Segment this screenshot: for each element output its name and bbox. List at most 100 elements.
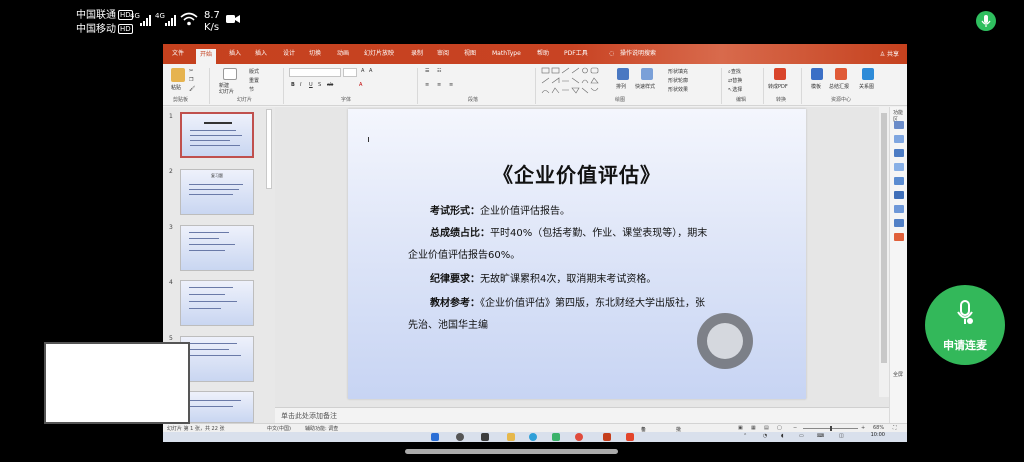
notification-icon[interactable]: ◫ bbox=[839, 433, 844, 439]
thumbnail-scrollbar[interactable] bbox=[266, 109, 272, 189]
scrollbar-thumb[interactable] bbox=[881, 113, 887, 363]
convert-pdf-button[interactable]: 转成PDF bbox=[768, 83, 788, 90]
font-name-combobox[interactable] bbox=[289, 68, 341, 77]
normal-view-icon[interactable]: ▣ bbox=[738, 425, 743, 431]
shapes-gallery[interactable] bbox=[541, 67, 611, 97]
panel-tool-icon[interactable] bbox=[894, 219, 904, 227]
microphone-active-indicator[interactable] bbox=[976, 11, 996, 31]
apply-mic-connect-button[interactable]: 申请连麦 bbox=[925, 285, 1005, 365]
language-indicator[interactable]: 中文(中国) bbox=[267, 425, 291, 432]
search-icon[interactable] bbox=[456, 433, 464, 441]
panel-tool-icon[interactable] bbox=[894, 149, 904, 157]
zoom-slider-handle[interactable] bbox=[830, 426, 832, 431]
slide-line-textbook[interactable]: 教材参考：《企业价值评估》第四版，东北财经大学出版社，张 bbox=[430, 297, 705, 311]
shape-fill-button[interactable]: 形状填充 bbox=[668, 68, 688, 75]
tab-review[interactable]: 审阅 bbox=[437, 48, 449, 60]
slide-thumbnail-6[interactable] bbox=[180, 391, 254, 423]
gesture-home-bar[interactable] bbox=[405, 449, 618, 454]
font-color-button[interactable]: A bbox=[359, 82, 362, 88]
edge-browser-icon[interactable] bbox=[529, 433, 537, 441]
input-method-icon[interactable]: ⌨ bbox=[817, 433, 824, 439]
slide-line-grade-ratio-cont[interactable]: 企业价值评估报告60%。 bbox=[408, 249, 520, 263]
notes-pane[interactable]: 单击此处添加备注 bbox=[275, 407, 889, 423]
bullets-icon[interactable]: ☰ bbox=[425, 68, 429, 74]
shape-outline-button[interactable]: 形状轮廓 bbox=[668, 77, 688, 84]
volume-icon[interactable]: ◖ bbox=[781, 433, 784, 439]
slide-line-exam-format[interactable]: 考试形式：企业价值评估报告。 bbox=[430, 205, 570, 219]
zoom-in-button[interactable]: + bbox=[861, 425, 865, 431]
fit-to-window-icon[interactable]: ⛶ bbox=[893, 425, 897, 431]
font-size-combobox[interactable] bbox=[343, 68, 357, 77]
share-button[interactable]: ♙ 共享 bbox=[880, 49, 899, 58]
battery-icon[interactable]: ▭ bbox=[799, 433, 804, 439]
wechat-icon[interactable] bbox=[552, 433, 560, 441]
slide-thumbnail-3[interactable] bbox=[180, 225, 254, 271]
select-button[interactable]: ↖选择 bbox=[728, 86, 742, 93]
tab-mathtype[interactable]: MathType bbox=[492, 48, 521, 60]
tell-me-search[interactable]: 操作说明搜索 bbox=[620, 48, 656, 60]
slide-thumbnail-2[interactable]: 复习题 bbox=[180, 169, 254, 215]
paste-button[interactable]: 粘贴 bbox=[171, 84, 181, 91]
powerpoint-app-icon[interactable] bbox=[603, 433, 611, 441]
align-center-icon[interactable]: ≡ bbox=[437, 82, 441, 88]
windows-start-icon[interactable] bbox=[431, 433, 439, 441]
relation-button[interactable]: 关系图 bbox=[859, 83, 874, 90]
tab-pdf-tools[interactable]: PDF工具 bbox=[564, 48, 588, 60]
tab-insert[interactable]: 插入 bbox=[229, 48, 241, 60]
underline-button[interactable]: U bbox=[309, 82, 313, 88]
slide-sorter-icon[interactable]: ▦ bbox=[751, 425, 756, 431]
increase-font-icon[interactable]: A bbox=[361, 68, 364, 74]
zoom-level[interactable]: 68% bbox=[873, 425, 884, 431]
reading-view-icon[interactable]: ▤ bbox=[764, 425, 769, 431]
chrome-browser-icon[interactable] bbox=[575, 433, 583, 441]
slide-line-textbook-cont[interactable]: 先治、池国华主编 bbox=[408, 319, 488, 333]
task-view-icon[interactable] bbox=[481, 433, 489, 441]
replace-button[interactable]: ⇄替换 bbox=[728, 77, 742, 84]
tab-transitions[interactable]: 切换 bbox=[309, 48, 321, 60]
zoom-out-button[interactable]: − bbox=[793, 425, 797, 431]
align-left-icon[interactable]: ≡ bbox=[425, 82, 429, 88]
template-button[interactable]: 模板 bbox=[811, 83, 821, 90]
panel-tool-icon[interactable] bbox=[894, 233, 904, 241]
summary-button[interactable]: 总结汇报 bbox=[829, 83, 849, 90]
tab-help[interactable]: 帮助 bbox=[537, 48, 549, 60]
slide-line-grade-ratio[interactable]: 总成绩占比：平时40%（包括考勤、作业、课堂表现等），期末 bbox=[430, 227, 707, 241]
slide-title[interactable]: 《企业价值评估》 bbox=[348, 159, 806, 188]
decrease-font-icon[interactable]: A bbox=[369, 68, 372, 74]
slide-thumbnail-1[interactable] bbox=[180, 112, 254, 158]
copy-icon[interactable]: ❐ bbox=[189, 77, 193, 83]
slide-line-discipline[interactable]: 纪律要求：无故旷课累积4次，取消期末考试资格。 bbox=[430, 273, 656, 287]
tab-animations[interactable]: 动画 bbox=[337, 48, 349, 60]
file-explorer-icon[interactable] bbox=[507, 433, 515, 441]
panel-tool-icon[interactable] bbox=[894, 177, 904, 185]
panel-tool-icon[interactable] bbox=[894, 205, 904, 213]
format-painter-icon[interactable]: 🖌 bbox=[189, 86, 195, 92]
new-slide-button[interactable]: 新建 幻灯片 bbox=[219, 83, 234, 95]
strikethrough-button[interactable]: ab bbox=[327, 82, 333, 88]
tab-record[interactable]: 录制 bbox=[411, 48, 423, 60]
slide-scrollbar[interactable] bbox=[879, 107, 889, 397]
shadow-button[interactable]: S bbox=[318, 82, 321, 88]
quick-styles-button[interactable]: 快速样式 bbox=[635, 83, 655, 90]
slide-thumbnail-5[interactable] bbox=[180, 336, 254, 382]
reset-button[interactable]: 重置 bbox=[249, 77, 259, 84]
app-icon[interactable] bbox=[626, 433, 634, 441]
chevron-up-icon[interactable]: ⌃ bbox=[743, 433, 747, 439]
network-icon[interactable]: ◔ bbox=[763, 433, 767, 439]
panel-tool-icon[interactable] bbox=[894, 191, 904, 199]
tab-view[interactable]: 视图 bbox=[464, 48, 476, 60]
accessibility-checker[interactable]: 辅助功能: 调查 bbox=[305, 425, 338, 432]
tab-design[interactable]: 设计 bbox=[283, 48, 295, 60]
bold-button[interactable]: B bbox=[291, 82, 295, 88]
tab-file[interactable]: 文件 bbox=[172, 48, 184, 60]
panel-tool-icon[interactable] bbox=[894, 135, 904, 143]
section-button[interactable]: 节 bbox=[249, 86, 254, 93]
current-slide[interactable]: 《企业价值评估》 考试形式：企业价值评估报告。 总成绩占比：平时40%（包括考勤… bbox=[348, 109, 806, 399]
cut-icon[interactable]: ✂ bbox=[189, 68, 193, 74]
layout-button[interactable]: 版式 bbox=[249, 68, 259, 75]
arrange-button[interactable]: 排列 bbox=[616, 83, 626, 90]
video-preview-window[interactable] bbox=[44, 342, 190, 424]
slideshow-icon[interactable]: ▢ bbox=[777, 425, 782, 431]
slide-thumbnail-4[interactable] bbox=[180, 280, 254, 326]
shape-effect-button[interactable]: 形状效果 bbox=[668, 86, 688, 93]
